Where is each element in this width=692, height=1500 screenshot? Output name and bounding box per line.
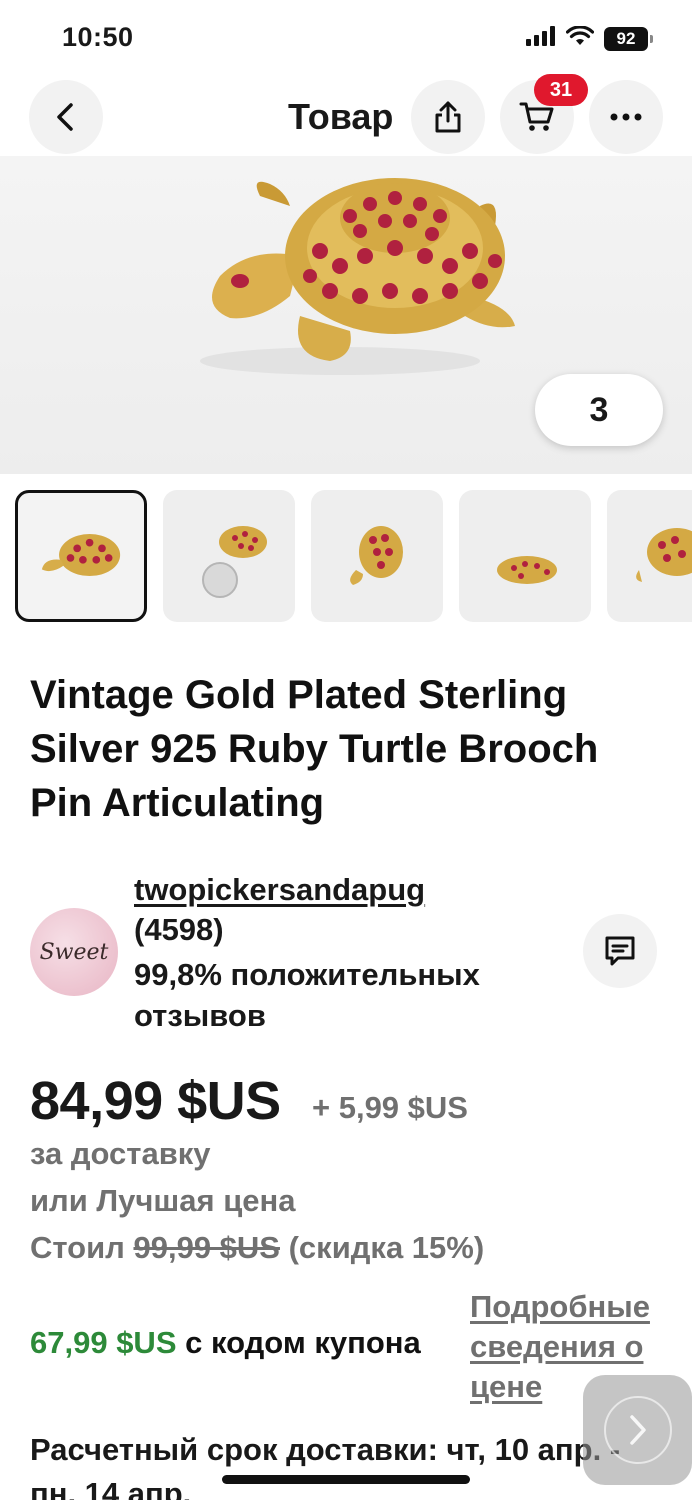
status-time: 10:50: [62, 22, 134, 52]
thumbnail-1[interactable]: [15, 490, 147, 622]
status-icons: 92: [526, 25, 653, 51]
thumbnail-image: [497, 556, 557, 584]
wifi-icon: [565, 25, 595, 51]
share-button[interactable]: [411, 80, 485, 154]
more-icon: [610, 113, 642, 121]
chat-icon: [605, 936, 635, 966]
best-offer-text: или Лучшая цена: [30, 1183, 296, 1218]
seller-name-link[interactable]: twopickersandapug: [134, 872, 425, 908]
home-indicator[interactable]: [222, 1475, 470, 1484]
back-button[interactable]: [29, 80, 103, 154]
avatar-text: Sweet: [39, 939, 109, 965]
signal-icon: [526, 26, 556, 51]
status-bar: 10:50 92: [0, 0, 692, 78]
page-title: Товар: [288, 96, 394, 137]
was-price: 99,99 $US: [133, 1230, 280, 1265]
chevron-right-icon: [629, 1415, 646, 1445]
share-icon: [435, 101, 461, 133]
seller-feedback-count: (4598): [134, 912, 224, 947]
watch-count: 3: [589, 390, 609, 429]
shipping-cost: + 5,99 $US: [312, 1090, 468, 1125]
thumbnail-5[interactable]: [607, 490, 692, 622]
floating-next-button[interactable]: [583, 1375, 692, 1485]
original-price-line: Стоил 99,99 $US (скидка 15%): [30, 1230, 484, 1266]
thumbnail-4[interactable]: [459, 490, 591, 622]
battery-icon: 92: [604, 26, 653, 51]
thumbnail-3[interactable]: [311, 490, 443, 622]
delivery-estimate: Расчетный срок доставки: чт, 10 апр. - п…: [30, 1432, 621, 1500]
coupon-price-line: 67,99 $US с кодом купона: [30, 1325, 421, 1361]
thumbnail-image: [41, 534, 121, 577]
product-image[interactable]: 3: [0, 156, 692, 474]
turtle-brooch-image: [200, 178, 515, 375]
discount-text: (скидка 15%): [288, 1230, 485, 1265]
shipping-label: за доставку: [30, 1136, 211, 1171]
seller-positive-feedback: 99,8% положительных отзывов: [134, 957, 480, 1033]
message-seller-button[interactable]: [583, 914, 657, 988]
seller-avatar[interactable]: Sweet: [30, 908, 118, 996]
cart-count-badge: 31: [534, 74, 588, 106]
product-title: Vintage Gold Plated Sterling Silver 925 …: [30, 673, 599, 825]
thumbnail-2[interactable]: [163, 490, 295, 622]
item-price: 84,99 $US: [30, 1071, 281, 1131]
watch-button[interactable]: 3: [535, 374, 663, 446]
thumbnail-strip: [0, 490, 692, 624]
nav-header: Товар 31: [0, 74, 692, 156]
thumbnail-image: [202, 526, 267, 598]
thumbnail-image: [350, 526, 403, 585]
coupon-price: 67,99 $US: [30, 1325, 177, 1360]
coupon-text: с кодом купона: [185, 1325, 421, 1360]
was-label: Стоил: [30, 1230, 125, 1265]
back-icon: [57, 103, 73, 131]
thumbnail-image: [636, 528, 692, 582]
next-button-ring: [603, 1396, 672, 1464]
more-button[interactable]: [589, 80, 663, 154]
